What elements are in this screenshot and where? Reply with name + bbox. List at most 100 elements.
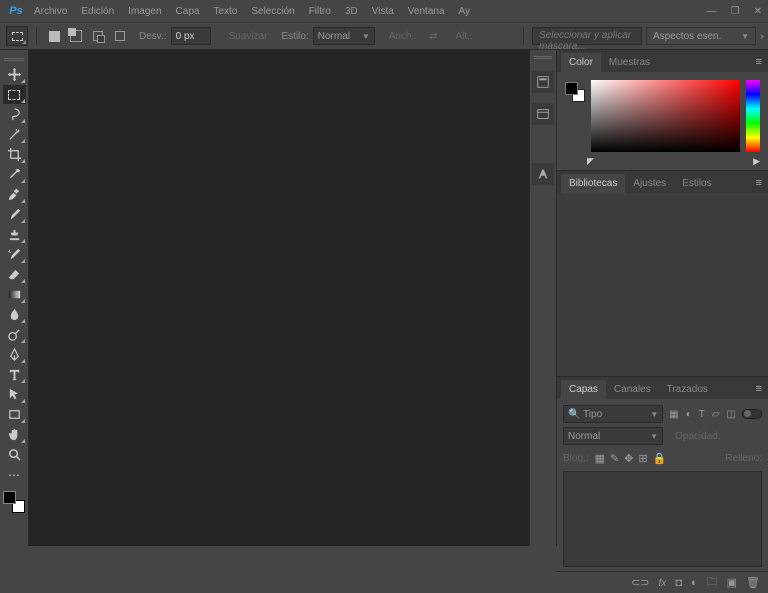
- width-label: Anch.:: [389, 31, 417, 42]
- brush-tool[interactable]: [3, 205, 26, 224]
- selection-add-button[interactable]: [67, 27, 85, 45]
- character-panel-icon[interactable]: [532, 163, 554, 185]
- properties-panel-icon[interactable]: [532, 103, 554, 125]
- maximize-button[interactable]: ❐: [731, 6, 740, 17]
- menu-archivo[interactable]: Archivo: [34, 6, 67, 17]
- layer-fx-icon[interactable]: fx: [659, 577, 667, 589]
- group-icon[interactable]: 🗀: [707, 573, 718, 592]
- lasso-tool[interactable]: [3, 105, 26, 124]
- foreground-color-swatch[interactable]: [3, 491, 16, 504]
- layers-panel-menu[interactable]: ≡: [756, 383, 762, 395]
- blend-mode-select[interactable]: Normal▼: [563, 427, 663, 445]
- tab-adjustments[interactable]: Ajustes: [625, 174, 674, 193]
- menu-ventana[interactable]: Ventana: [408, 6, 445, 17]
- lock-position-icon[interactable]: ✥: [624, 452, 633, 465]
- expand-panels-icon[interactable]: ››: [760, 31, 762, 41]
- color-panel-swatches[interactable]: [565, 82, 585, 102]
- layer-filter-toggle[interactable]: [742, 409, 762, 419]
- menu-ayuda[interactable]: Ay: [459, 6, 471, 17]
- tab-swatches[interactable]: Muestras: [601, 53, 658, 72]
- panels-column: ‹‹ Color Muestras ≡ ◤▶ Bibliotecas Ajust…: [557, 50, 768, 546]
- filter-type-icon[interactable]: T: [699, 409, 705, 420]
- toolbox-grip[interactable]: [4, 56, 24, 62]
- marquee-tool[interactable]: [3, 85, 26, 104]
- magic-wand-tool[interactable]: [3, 125, 26, 144]
- layer-filter-icons: ▦ ◐ T ▱ ◫: [669, 409, 736, 420]
- toolbox: ⋯: [0, 50, 29, 546]
- feather-label: Desv.:: [139, 31, 167, 42]
- style-label: Estilo:: [282, 31, 309, 42]
- eraser-tool[interactable]: [3, 265, 26, 284]
- layers-list[interactable]: [563, 471, 762, 567]
- zoom-tool[interactable]: [3, 445, 26, 464]
- shape-tool[interactable]: [3, 405, 26, 424]
- filter-shape-icon[interactable]: ▱: [712, 409, 720, 420]
- tab-layers[interactable]: Capas: [561, 380, 606, 399]
- feather-input[interactable]: [171, 27, 211, 45]
- link-layers-icon[interactable]: ⊂⊃: [631, 576, 649, 589]
- current-tool-indicator[interactable]: [6, 26, 28, 46]
- tab-color[interactable]: Color: [561, 53, 601, 72]
- lock-label: Bloq.:: [563, 453, 589, 464]
- type-tool[interactable]: [3, 365, 26, 384]
- history-panel-icon[interactable]: [532, 71, 554, 93]
- layer-filter-select[interactable]: 🔍 Tipo▼: [563, 405, 663, 423]
- delete-layer-icon[interactable]: 🗑: [746, 576, 760, 589]
- menu-capa[interactable]: Capa: [176, 6, 200, 17]
- canvas-area[interactable]: [29, 50, 529, 546]
- menu-seleccion[interactable]: Selección: [251, 6, 294, 17]
- libraries-panel-menu[interactable]: ≡: [756, 177, 762, 189]
- color-panel-menu[interactable]: ≡: [756, 56, 762, 68]
- selection-intersect-button[interactable]: [111, 27, 129, 45]
- lock-artboard-icon[interactable]: ⊞: [638, 452, 647, 465]
- edit-toolbar-button[interactable]: ⋯: [3, 465, 26, 484]
- window-buttons: — ❐ ✕: [707, 6, 762, 17]
- color-field[interactable]: [591, 80, 740, 152]
- menu-filtro[interactable]: Filtro: [309, 6, 331, 17]
- hue-slider[interactable]: [746, 80, 760, 152]
- menu-imagen[interactable]: Imagen: [128, 6, 161, 17]
- lock-all-icon[interactable]: 🔒: [653, 452, 667, 465]
- new-layer-icon[interactable]: ▣: [727, 576, 737, 589]
- style-select[interactable]: Normal▼: [313, 27, 375, 45]
- libraries-body: [557, 193, 768, 376]
- eyedropper-tool[interactable]: [3, 165, 26, 184]
- selection-new-button[interactable]: [45, 27, 63, 45]
- layer-mask-icon[interactable]: ◘: [675, 577, 682, 589]
- dodge-tool[interactable]: [3, 325, 26, 344]
- tab-channels[interactable]: Canales: [606, 380, 659, 399]
- tab-styles[interactable]: Estilos: [674, 174, 719, 193]
- tab-paths[interactable]: Trazados: [659, 380, 716, 399]
- filter-adjust-icon[interactable]: ◐: [686, 409, 692, 420]
- workspace-switcher[interactable]: Aspectos esen.▼: [646, 27, 756, 45]
- dock-grip[interactable]: [534, 56, 552, 61]
- filter-smart-icon[interactable]: ◫: [727, 409, 736, 420]
- menu-vista[interactable]: Vista: [372, 6, 394, 17]
- healing-brush-tool[interactable]: [3, 185, 26, 204]
- height-label: Alt.:: [456, 31, 473, 42]
- select-mask-button[interactable]: Seleccionar y aplicar máscara...: [532, 27, 642, 45]
- move-tool[interactable]: [3, 65, 26, 84]
- pen-tool[interactable]: [3, 345, 26, 364]
- lock-pixels-icon[interactable]: ▦: [595, 452, 605, 465]
- tab-libraries[interactable]: Bibliotecas: [561, 174, 625, 193]
- hand-tool[interactable]: [3, 425, 26, 444]
- filter-image-icon[interactable]: ▦: [669, 409, 678, 420]
- clone-stamp-tool[interactable]: [3, 225, 26, 244]
- menu-edicion[interactable]: Edición: [81, 6, 114, 17]
- lock-paint-icon[interactable]: ✎: [610, 452, 619, 465]
- opacity-label: Opacidad:: [675, 431, 721, 442]
- gradient-tool[interactable]: [3, 285, 26, 304]
- marquee-icon: [12, 32, 23, 41]
- selection-subtract-button[interactable]: [89, 27, 107, 45]
- crop-tool[interactable]: [3, 145, 26, 164]
- menu-texto[interactable]: Texto: [213, 6, 237, 17]
- history-brush-tool[interactable]: [3, 245, 26, 264]
- color-swatches[interactable]: [3, 491, 25, 513]
- path-selection-tool[interactable]: [3, 385, 26, 404]
- blur-tool[interactable]: [3, 305, 26, 324]
- menu-3d[interactable]: 3D: [345, 6, 358, 17]
- minimize-button[interactable]: —: [707, 6, 717, 17]
- adjustment-layer-icon[interactable]: ◐: [691, 577, 698, 589]
- close-button[interactable]: ✕: [754, 6, 762, 17]
